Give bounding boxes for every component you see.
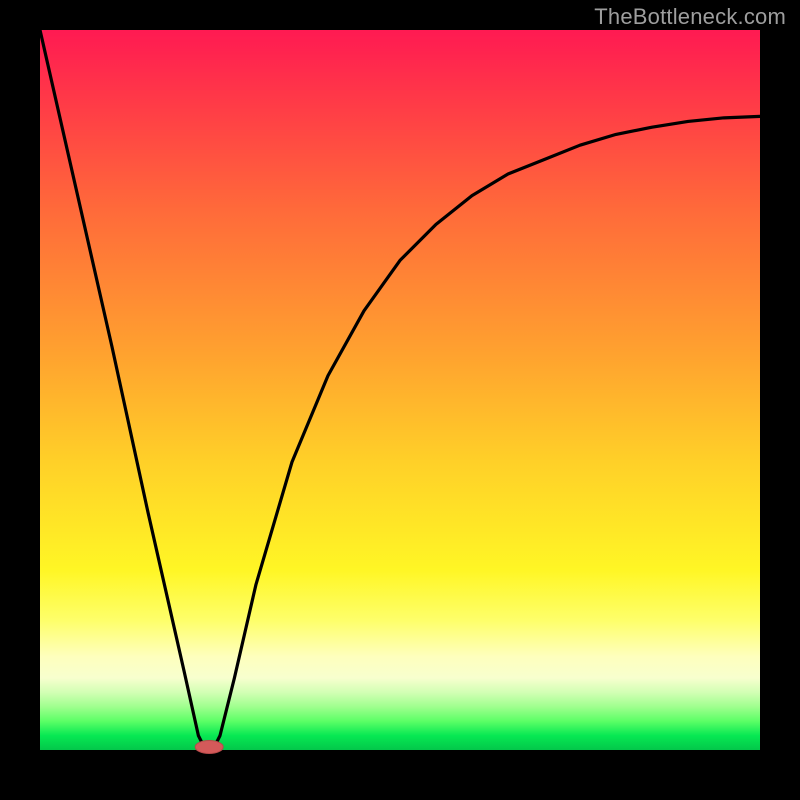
plot-area [40,30,760,750]
chart-frame: TheBottleneck.com [0,0,800,800]
watermark-text: TheBottleneck.com [594,4,786,30]
curve-svg [40,30,760,750]
bottleneck-curve [40,30,760,750]
optimal-point-marker [195,741,223,754]
